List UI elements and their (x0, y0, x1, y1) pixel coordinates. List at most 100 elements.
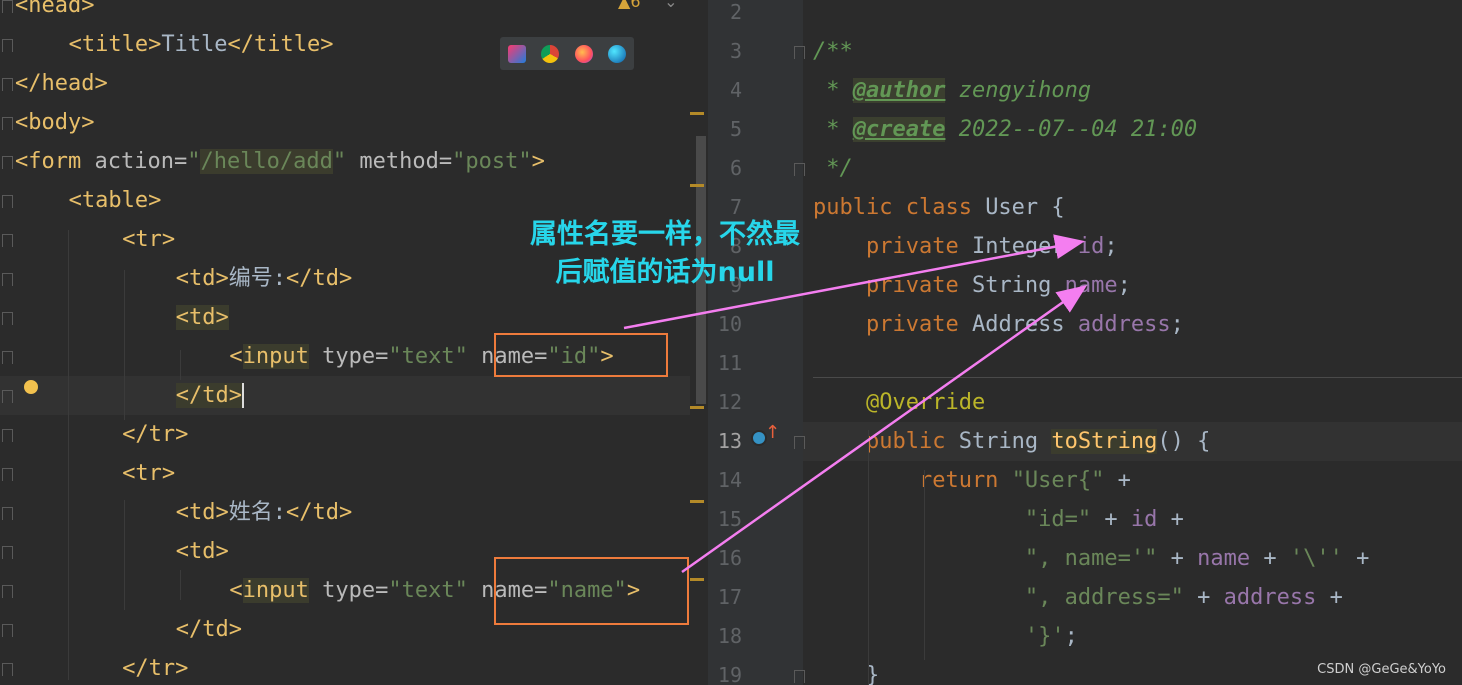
fold-marker[interactable] (794, 46, 805, 59)
fold-marker[interactable] (794, 436, 805, 449)
code-token: } (813, 663, 880, 685)
intellij-icon[interactable] (507, 44, 526, 63)
code-token: > (531, 149, 545, 174)
code-token: * (813, 78, 853, 103)
code-line[interactable]: <td>姓名:</td> (176, 493, 352, 532)
watermark: CSDN @GeGe&YoYo (1317, 662, 1446, 677)
code-token: + (1157, 507, 1184, 532)
code-token: <body> (15, 110, 95, 135)
fold-marker[interactable] (2, 351, 13, 364)
code-line[interactable]: '}'; (813, 617, 1078, 656)
chevron-down-icon[interactable]: ⌄ (664, 0, 677, 11)
code-line[interactable]: public String toString() { (813, 422, 1210, 461)
fold-marker[interactable] (2, 0, 13, 13)
code-token: ", name='" (813, 546, 1158, 571)
code-line[interactable]: </td> (175, 376, 245, 415)
fold-marker[interactable] (2, 39, 13, 52)
code-token: public class (813, 195, 986, 220)
code-line[interactable]: <title>Title</title> (69, 25, 334, 64)
code-token: <td> (175, 305, 229, 330)
html-editor-pane[interactable]: <head> <title>Title</title> </head> <body> <… (0, 0, 708, 685)
fold-marker[interactable] (2, 390, 13, 403)
fold-marker[interactable] (2, 663, 13, 676)
fold-marker[interactable] (2, 273, 13, 286)
line-number: 15 (717, 507, 742, 531)
code-line[interactable]: } (813, 656, 879, 685)
code-line[interactable]: <form action="/hello/add" method="post"> (15, 142, 545, 181)
indent-guide (924, 470, 925, 660)
indent-guide (180, 350, 181, 380)
warning-indicator[interactable]: ▲6 ⌃ ⌄ (618, 0, 678, 11)
code-line[interactable]: </td> (176, 610, 242, 649)
line-number: 4 (729, 78, 742, 102)
fold-marker[interactable] (2, 624, 13, 637)
warning-marker[interactable] (690, 500, 704, 503)
code-line[interactable]: </head> (15, 64, 108, 103)
fold-marker[interactable] (2, 117, 13, 130)
line-number: 18 (717, 624, 742, 648)
code-token: private (813, 234, 972, 259)
fold-marker[interactable] (2, 546, 13, 559)
code-token: private (813, 312, 972, 337)
fold-marker[interactable] (2, 156, 13, 169)
code-line[interactable]: <body> (15, 103, 94, 142)
highlight-box-name (494, 557, 689, 625)
code-line[interactable]: * @create 2022--07--04 21:00 (813, 110, 1197, 149)
fold-marker[interactable] (794, 670, 805, 683)
java-editor-pane[interactable]: 2 3 4 5 6 7 8 9 10 11 12 13 14 15 16 17 18 19 /** * @auth… (708, 0, 1462, 685)
chevron-up-icon[interactable]: ⌃ (646, 0, 659, 11)
code-token: 姓名: (228, 500, 287, 525)
intention-bulb-icon[interactable] (24, 380, 38, 394)
line-number: 5 (729, 117, 742, 141)
fold-marker[interactable] (2, 468, 13, 481)
code-token: private (813, 273, 972, 298)
code-token: /** (813, 39, 853, 64)
edge-icon[interactable] (608, 44, 627, 63)
code-token: ; (1064, 624, 1078, 649)
code-line[interactable]: <td>编号:</td> (176, 259, 352, 298)
code-line[interactable]: </tr> (122, 649, 188, 685)
code-line[interactable]: return "User{" + (813, 461, 1131, 500)
warning-marker[interactable] (690, 578, 704, 581)
code-line[interactable]: @Override (813, 383, 985, 422)
fold-marker[interactable] (2, 312, 13, 325)
code-line[interactable]: private Integer id; (813, 227, 1118, 266)
fold-marker[interactable] (2, 234, 13, 247)
indent-guide (124, 500, 125, 610)
fold-marker[interactable] (2, 585, 13, 598)
code-line[interactable]: public class User { (813, 188, 1065, 227)
fold-marker[interactable] (2, 78, 13, 91)
code-line[interactable]: </tr> (122, 415, 188, 454)
fold-marker[interactable] (2, 429, 13, 442)
code-token: "text" (388, 578, 468, 603)
text-caret (242, 383, 245, 408)
firefox-icon[interactable] (574, 44, 593, 63)
code-token: <table> (68, 188, 162, 213)
code-line[interactable]: <table> (69, 181, 162, 220)
code-line[interactable]: <tr> (122, 454, 175, 493)
code-line[interactable]: <tr> (122, 220, 175, 259)
code-line[interactable]: /** (813, 32, 853, 71)
code-line[interactable]: */ (813, 149, 853, 188)
code-line[interactable]: <td> (175, 298, 229, 337)
code-token: id (1077, 234, 1105, 259)
code-line[interactable]: private Address address; (813, 305, 1184, 344)
code-token: zengyihong (945, 78, 1092, 103)
code-line[interactable]: private String name; (813, 266, 1131, 305)
callout-text: 属性名要一样，不然最 后赋值的话为null (500, 216, 830, 292)
warning-marker[interactable] (690, 184, 704, 187)
code-line[interactable]: * @author zengyihong (813, 71, 1091, 110)
code-line[interactable]: <td> (176, 532, 229, 571)
code-line[interactable]: ", address=" + address + (813, 578, 1343, 617)
code-line[interactable]: <head> (15, 0, 94, 25)
code-token: <title> (68, 32, 162, 57)
fold-marker[interactable] (2, 507, 13, 520)
code-token: + (1316, 585, 1343, 610)
fold-marker[interactable] (794, 163, 805, 176)
fold-marker[interactable] (2, 195, 13, 208)
warning-marker[interactable] (690, 406, 704, 409)
code-token: type= (308, 578, 389, 603)
chrome-icon[interactable] (541, 44, 560, 63)
warning-marker[interactable] (690, 112, 704, 115)
code-line[interactable]: ", name='" + name + '\'' + (813, 539, 1369, 578)
